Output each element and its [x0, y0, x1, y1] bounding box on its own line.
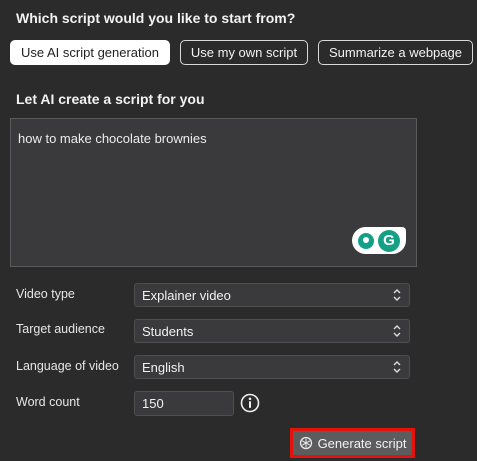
grammarly-logo-icon[interactable]: G [378, 229, 400, 252]
video-type-label: Video type [16, 287, 75, 301]
video-type-select[interactable]: Explainer video [134, 283, 410, 307]
generate-script-button[interactable]: Generate script [290, 428, 415, 458]
openai-icon [299, 436, 312, 450]
language-label: Language of video [16, 359, 119, 373]
chevron-up-down-icon [393, 289, 401, 301]
ai-script-generation-button[interactable]: Use AI script generation [10, 40, 170, 65]
language-value: English [142, 359, 185, 375]
lightbulb-icon[interactable] [358, 232, 374, 249]
video-type-value: Explainer video [142, 287, 231, 303]
generate-script-label: Generate script [317, 435, 407, 451]
language-select[interactable]: English [134, 355, 410, 379]
page-heading: Which script would you like to start fro… [16, 10, 296, 26]
target-audience-label: Target audience [16, 322, 105, 336]
target-audience-select[interactable]: Students [134, 319, 410, 343]
chevron-up-down-icon [393, 325, 401, 337]
own-script-button[interactable]: Use my own script [180, 40, 308, 65]
word-count-input[interactable]: 150 [134, 391, 234, 416]
summarize-webpage-button[interactable]: Summarize a webpage [318, 40, 473, 65]
script-generator-panel: Which script would you like to start fro… [0, 0, 477, 461]
chevron-up-down-icon [393, 361, 401, 373]
word-count-label: Word count [16, 395, 80, 409]
target-audience-value: Students [142, 323, 194, 339]
grammarly-widget[interactable]: G [352, 227, 406, 254]
section-title: Let AI create a script for you [16, 91, 205, 107]
info-icon[interactable] [240, 393, 260, 413]
